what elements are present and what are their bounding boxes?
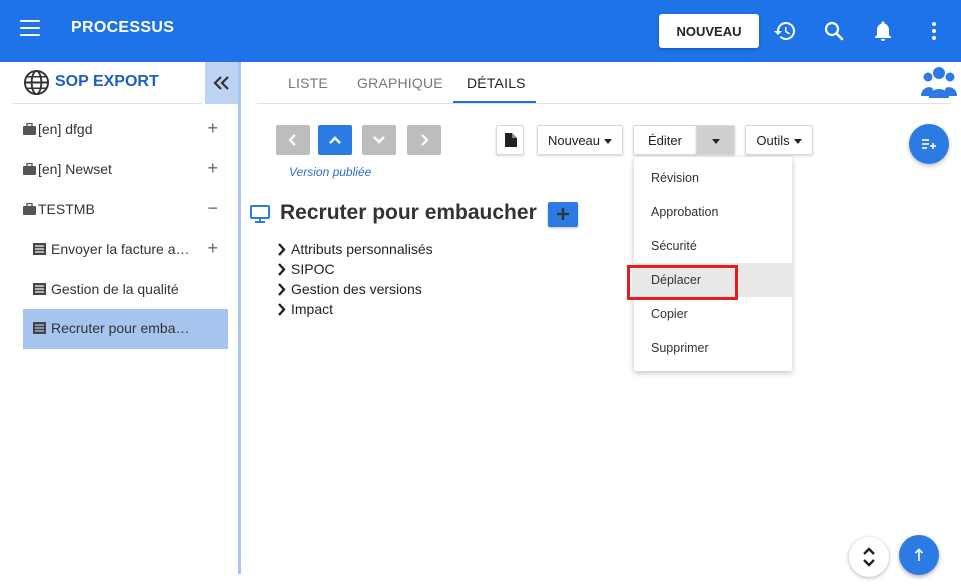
section-label: Attributs personnalisés [291,241,433,257]
tab-graphique[interactable]: GRAPHIQUE [357,75,443,91]
tree-item-envoyer-facture[interactable]: Envoyer la facture au client + [23,230,228,268]
document-button[interactable] [496,125,524,155]
expand-toggle[interactable]: + [207,118,218,138]
history-icon[interactable] [773,19,797,43]
briefcase-icon [23,163,36,175]
sidebar-divider[interactable] [238,62,241,574]
expand-toggle[interactable]: + [207,238,218,258]
sidebar-header: SOP EXPORT [13,62,202,104]
hamburger-menu-icon[interactable] [20,20,40,38]
chevron-right-icon [278,263,286,276]
menu-item-label: Supprimer [651,341,709,355]
process-list-icon [33,243,46,255]
bell-icon[interactable] [871,19,895,43]
chevron-right-icon [278,283,286,296]
caret-down-icon [604,138,613,144]
add-to-list-fab[interactable] [909,124,949,164]
search-icon[interactable] [822,19,846,43]
menu-item-revision[interactable]: Révision [634,161,792,195]
menu-item-supprimer[interactable]: Supprimer [634,331,792,365]
outils-dropdown-button[interactable]: Outils [745,125,813,155]
arrow-up-icon [914,548,924,561]
scroll-to-top-fab[interactable] [899,535,939,575]
tree-item-dfgd[interactable]: [en] dfgd + [23,110,228,148]
briefcase-icon [23,123,36,135]
collapse-sidebar-button[interactable] [205,62,238,104]
process-list-icon [33,322,46,334]
sidebar: SOP EXPORT [en] dfgd + [en] Newset + TES… [0,62,238,574]
section-label: SIPOC [291,261,335,277]
menu-item-approbation[interactable]: Approbation [634,195,792,229]
menu-item-label: Approbation [651,205,719,219]
caret-down-icon [793,138,802,144]
plus-icon [557,208,569,220]
page-title: Recruter pour embaucher [280,201,537,224]
highlight-annotation-box [627,265,738,300]
menu-item-copier[interactable]: Copier [634,297,792,331]
briefcase-icon [23,203,36,215]
chevron-up-icon [329,136,341,144]
nouveau-label: Nouveau [547,132,601,148]
tree-item-newset[interactable]: [en] Newset + [23,150,228,188]
chevron-right-icon [278,243,286,256]
tree-item-recruter[interactable]: Recruter pour embaucher [23,309,228,349]
chevron-right-icon [278,303,286,316]
tab-liste[interactable]: LISTE [288,75,328,91]
process-list-icon [33,283,46,295]
editer-button[interactable]: Éditer [633,125,696,155]
next-button[interactable] [407,125,441,155]
tab-bar: LISTE GRAPHIQUE DÉTAILS [257,62,951,104]
users-group-icon[interactable] [921,64,957,100]
tree-item-label: Recruter pour embaucher [51,320,193,336]
add-button[interactable] [548,202,578,227]
document-icon [505,133,517,147]
new-button[interactable]: NOUVEAU [659,14,759,48]
tree-item-label: Envoyer la facture au client [51,241,196,257]
tree-item-label: Gestion de la qualité [51,281,179,297]
tree-item-label: TESTMB [38,201,95,217]
menu-item-label: Sécurité [651,239,697,253]
top-app-bar: PROCESSUS NOUVEAU [0,0,961,62]
tree-item-testmb[interactable]: TESTMB − [23,190,228,228]
collapse-toggle[interactable]: − [207,198,218,218]
editer-dropdown-menu: Révision Approbation Sécurité Déplacer C… [634,157,792,371]
playlist-add-icon [922,139,936,149]
double-chevron-left-icon [213,76,229,90]
more-vertical-icon[interactable] [922,19,946,43]
unfold-icon [863,547,875,567]
nouveau-dropdown-button[interactable]: Nouveau [537,125,623,155]
section-label: Impact [291,301,334,317]
outils-label: Outils [756,132,790,148]
caret-down-icon [711,138,720,144]
tree-item-label: [en] Newset [38,161,112,177]
move-down-button[interactable] [362,125,396,155]
tree-item-label: [en] dfgd [38,121,93,137]
previous-button[interactable] [276,125,310,155]
section-label: Gestion des versions [291,281,422,297]
active-tab-indicator [453,101,536,103]
chevron-left-icon [288,134,296,146]
editer-dropdown-toggle[interactable] [696,125,735,155]
menu-item-label: Copier [651,307,688,321]
menu-item-label: Révision [651,171,699,185]
sidebar-title: SOP EXPORT [55,73,159,90]
app-title: PROCESSUS [71,19,175,36]
version-status-label[interactable]: Version publiée [289,165,371,179]
tree-item-gestion-qualite[interactable]: Gestion de la qualité [23,270,228,308]
tab-details[interactable]: DÉTAILS [467,75,526,91]
menu-item-securite[interactable]: Sécurité [634,229,792,263]
expand-collapse-fab[interactable] [849,537,889,577]
monitor-icon [250,205,270,223]
chevron-down-icon [373,136,385,144]
expand-toggle[interactable]: + [207,158,218,178]
chevron-right-icon [421,134,429,146]
move-up-button[interactable] [318,125,352,155]
globe-icon [23,69,50,96]
